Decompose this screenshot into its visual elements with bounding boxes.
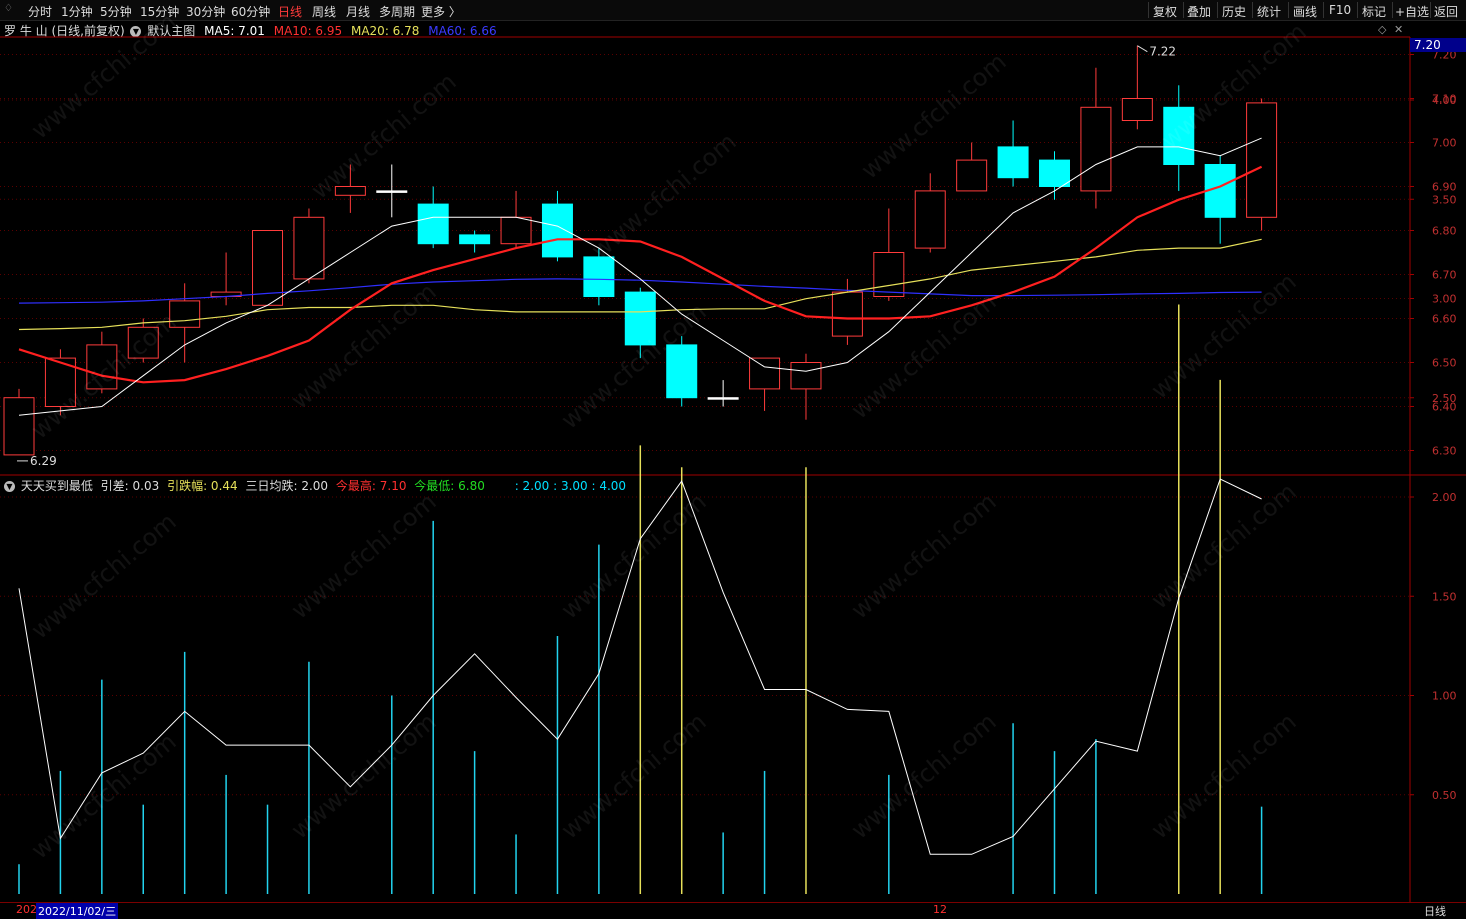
price-tick-label: 6.80 <box>1432 225 1457 238</box>
candle-body-down <box>541 203 573 258</box>
watermark: www.cfchi.com <box>846 287 1002 424</box>
candle-body-up <box>1246 102 1278 218</box>
price-tick-label: 6.70 <box>1432 269 1457 282</box>
indicator-tick-label: 4.00 <box>1432 94 1457 107</box>
indicator-tick-label: 3.50 <box>1432 193 1457 206</box>
candle-body-up <box>790 362 822 390</box>
price-tick-label: 6.60 <box>1432 313 1457 326</box>
candle-body-up <box>749 357 781 390</box>
candle-body-down <box>997 146 1029 179</box>
watermark: www.cfchi.com <box>846 707 1002 844</box>
watermark: www.cfchi.com <box>26 7 182 144</box>
candle-body-up <box>831 291 863 337</box>
low-annotation: 6.29 <box>30 454 57 468</box>
date-axis-bar: 202 2022/11/02/三 12 日线 <box>0 902 1466 919</box>
watermark: www.cfchi.com <box>846 487 1002 624</box>
candle-body-down <box>583 256 615 297</box>
indicator-tick-label: 3.00 <box>1432 293 1457 306</box>
high-annotation: 7.22 <box>1149 45 1176 59</box>
indicator-tick-label: 1.00 <box>1432 690 1457 703</box>
candle-body-up <box>500 216 532 245</box>
indicator-tick-label: 0.50 <box>1432 789 1457 802</box>
watermark: www.cfchi.com <box>286 487 442 624</box>
candle-body-up <box>873 252 905 297</box>
chart-canvas[interactable]: 7.207.107.006.906.806.706.606.506.406.30… <box>0 0 1466 916</box>
candle-body-doji <box>707 397 739 400</box>
watermark: www.cfchi.com <box>556 707 712 844</box>
month-tick: 12 <box>933 903 947 916</box>
high-pointer <box>1137 45 1148 53</box>
price-tick-label: 7.00 <box>1432 137 1457 150</box>
candle-body-doji <box>376 190 408 193</box>
price-tick-label: 6.90 <box>1432 181 1457 194</box>
watermark: www.cfchi.com <box>1146 477 1302 614</box>
watermark: www.cfchi.com <box>1146 267 1302 404</box>
watermark: www.cfchi.com <box>306 67 462 204</box>
candle-body-down <box>459 234 491 245</box>
candle-body-up <box>1080 106 1112 192</box>
indicator-tick-label: 2.50 <box>1432 392 1457 405</box>
period-label: 日线 <box>1424 905 1446 918</box>
candle-body-down <box>1039 159 1070 188</box>
current-price-marker: 7.20 <box>1410 38 1466 52</box>
watermark: www.cfchi.com <box>586 127 742 264</box>
candle-body-up <box>293 216 325 280</box>
price-tick-label: 6.50 <box>1432 357 1457 370</box>
watermark: www.cfchi.com <box>26 507 182 644</box>
candle-body-up <box>1121 98 1153 121</box>
cursor-date: 2022/11/02/三 <box>36 903 119 919</box>
indicator-tick-label: 1.50 <box>1432 590 1457 603</box>
watermark: www.cfchi.com <box>556 487 712 624</box>
price-tick-label: 6.30 <box>1432 445 1457 458</box>
indicator-tick-label: 2.00 <box>1432 491 1457 504</box>
candle-body-up <box>956 159 988 192</box>
date-prefix: 202 <box>16 903 37 916</box>
watermark: www.cfchi.com <box>856 47 1012 184</box>
watermark: www.cfchi.com <box>26 727 182 864</box>
candle-body-down <box>417 203 449 245</box>
watermark: www.cfchi.com <box>1146 707 1302 844</box>
candle-body-up <box>914 190 946 249</box>
watermark: www.cfchi.com <box>286 277 442 414</box>
